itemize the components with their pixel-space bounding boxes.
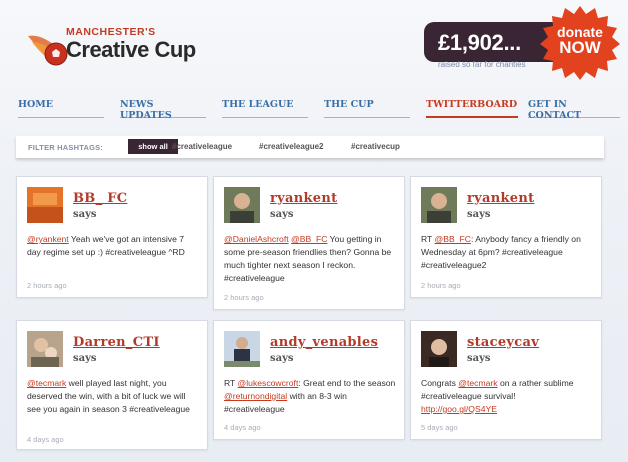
user-avatar-icon xyxy=(224,331,260,367)
amount-raised-box: £1,902... xyxy=(424,22,554,62)
avatar[interactable] xyxy=(421,331,457,367)
nav-the-cup[interactable]: THE CUP xyxy=(324,98,410,118)
hashtag-filter-bar: FILTER HASHTAGS: show all #creativeleagu… xyxy=(16,136,604,158)
tweet-time: 4 days ago xyxy=(224,423,261,432)
mention-link[interactable]: @BB_FC xyxy=(435,234,471,244)
avatar[interactable] xyxy=(224,331,260,367)
tweet-username[interactable]: staceycav xyxy=(467,335,539,350)
tweet-username[interactable]: ryankent xyxy=(467,191,534,206)
says-label: says xyxy=(73,353,97,364)
filter-label: FILTER HASHTAGS: xyxy=(28,143,103,152)
nav-news-updates[interactable]: NEWS UPDATES xyxy=(120,98,206,121)
raised-caption: raised so far for charities xyxy=(438,60,526,69)
tweet-text: @DanielAshcroft @BB_FC You getting in so… xyxy=(224,234,392,283)
user-avatar-icon xyxy=(27,331,63,367)
says-label: says xyxy=(270,209,294,220)
avatar[interactable] xyxy=(224,187,260,223)
amount-raised: £1,902... xyxy=(438,30,521,55)
filter-show-all[interactable]: show all xyxy=(128,139,178,154)
says-label: says xyxy=(73,209,97,220)
nav-twitterboard[interactable]: TWITTERBOARD xyxy=(426,98,518,118)
tweet-username[interactable]: BB_ FC xyxy=(73,191,127,206)
site-logo[interactable]: MANCHESTER'S Creative Cup xyxy=(14,10,204,70)
user-avatar-icon xyxy=(421,331,457,367)
user-avatar-icon xyxy=(224,187,260,223)
tweet-username[interactable]: ryankent xyxy=(270,191,337,206)
tweet-time: 4 days ago xyxy=(27,435,64,444)
nav-get-in-contact[interactable]: GET IN CONTACT xyxy=(528,98,620,121)
mention-link[interactable]: @returnondigital xyxy=(224,391,287,401)
tweet-text: RT @BB_FC: Anybody fancy a friendly on W… xyxy=(421,234,581,270)
tweet-time: 5 days ago xyxy=(421,423,458,432)
nav-the-league[interactable]: THE LEAGUE xyxy=(222,98,308,118)
tweet-card: andy_venables says RT @lukescowcroft: Gr… xyxy=(213,320,405,440)
filter-tag-creativecup[interactable]: #creativecup xyxy=(351,142,400,151)
says-label: says xyxy=(467,353,491,364)
filter-tag-creativeleague2[interactable]: #creativeleague2 xyxy=(259,142,324,151)
user-avatar-icon xyxy=(421,187,457,223)
mention-link[interactable]: @DanielAshcroft xyxy=(224,234,289,244)
donate-label: donate NOW xyxy=(538,24,622,56)
avatar[interactable] xyxy=(421,187,457,223)
tweet-time: 2 hours ago xyxy=(224,293,264,302)
tweet-card: staceycav says Congrats @tecmark on a ra… xyxy=(410,320,602,440)
fireball-football-icon xyxy=(28,35,68,66)
tweet-text: @tecmark well played last night, you des… xyxy=(27,378,190,414)
says-label: says xyxy=(467,209,491,220)
tweet-username[interactable]: Darren_CTI xyxy=(73,335,160,350)
main-navigation: HOME NEWS UPDATES THE LEAGUE THE CUP TWI… xyxy=(16,98,624,121)
mention-link[interactable]: @ryankent xyxy=(27,234,69,244)
tweet-card: BB_ FC says @ryankent Yeah we've got an … xyxy=(16,176,208,298)
tweet-time: 2 hours ago xyxy=(27,281,67,290)
donate-now-button[interactable]: donate NOW xyxy=(538,4,622,80)
mention-link[interactable]: @BB_FC xyxy=(291,234,327,244)
user-avatar-icon xyxy=(27,187,63,223)
tweet-username[interactable]: andy_venables xyxy=(270,335,378,350)
mention-link[interactable]: @tecmark xyxy=(27,378,66,388)
avatar[interactable] xyxy=(27,187,63,223)
avatar[interactable] xyxy=(27,331,63,367)
tweet-card: ryankent says RT @BB_FC: Anybody fancy a… xyxy=(410,176,602,298)
tweet-card: Darren_CTI says @tecmark well played las… xyxy=(16,320,208,450)
url-link[interactable]: http://goo.gl/QS4YE xyxy=(421,404,497,414)
donate-line-2: NOW xyxy=(559,38,601,57)
tweet-card: ryankent says @DanielAshcroft @BB_FC You… xyxy=(213,176,405,310)
tweet-time: 2 hours ago xyxy=(421,281,461,290)
logo-title: Creative Cup xyxy=(66,37,196,62)
tweet-text: Congrats @tecmark on a rather sublime #c… xyxy=(421,378,574,414)
says-label: says xyxy=(270,353,294,364)
tweet-text: @ryankent Yeah we've got an intensive 7 … xyxy=(27,234,185,257)
mention-link[interactable]: @tecmark xyxy=(458,378,497,388)
mention-link[interactable]: @lukescowcroft xyxy=(238,378,299,388)
filter-tag-creativeleague[interactable]: #creativeleague xyxy=(172,142,232,151)
tweet-text: RT @lukescowcroft: Great end to the seas… xyxy=(224,378,396,414)
nav-home[interactable]: HOME xyxy=(18,98,104,118)
